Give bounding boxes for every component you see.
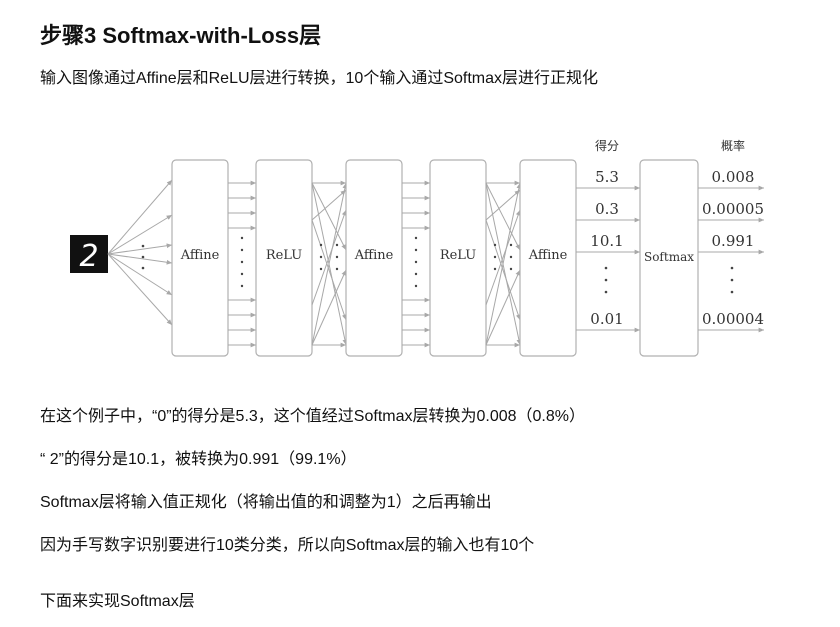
score-dots (604, 266, 608, 294)
score-value: 0.3 (595, 200, 619, 218)
input-arrows (107, 179, 173, 326)
network-diagram: 2 Affine ReLU Affine ReLU Affine 得分 5.3 … (70, 138, 764, 357)
probability-values: 0.008 0.00005 0.991 0.00004 (702, 168, 764, 328)
relu-layer-1: ReLU (255, 159, 313, 357)
probability-value: 0.00004 (702, 310, 764, 328)
relu-layer-2: ReLU (429, 159, 487, 357)
arrows-affine1-relu1 (228, 180, 256, 348)
paragraph-example-0: 在这个例子中，“0”的得分是5.3，这个值经过Softmax层转换为0.008（… (40, 408, 585, 425)
probability-value: 0.991 (712, 232, 755, 250)
probability-header: 概率 (721, 138, 745, 153)
probability-value: 0.008 (712, 168, 755, 186)
affine-layer-3: Affine (519, 159, 577, 357)
input-digit-label: 2 (79, 239, 98, 274)
paragraph-example-2: “ 2”的得分是10.1，被转换为0.991（99.1%） (40, 451, 357, 468)
score-header: 得分 (595, 138, 619, 153)
affine-layer-1-label: Affine (180, 248, 220, 263)
relu-layer-2-label: ReLU (440, 248, 476, 263)
affine-layer-1: Affine (171, 159, 229, 357)
softmax-layer: Softmax (639, 159, 699, 357)
score-values: 5.3 0.3 10.1 0.01 (590, 168, 623, 328)
arrows-affine2-relu2 (402, 180, 430, 348)
affine-layer-2-label: Affine (354, 248, 394, 263)
input-image: 2 (70, 235, 108, 274)
affine-layer-3-label: Affine (528, 248, 568, 263)
arrows-relu2-affine3 (485, 180, 522, 348)
paragraph-next: 下面来实现Softmax层 (40, 593, 195, 610)
softmax-layer-label: Softmax (644, 250, 694, 264)
paragraph-normalize: Softmax层将输入值正规化（将输出值的和调整为1）之后再输出 (40, 494, 492, 511)
paragraph-ten-classes: 因为手写数字识别要进行10类分类，所以向Softmax层的输入也有10个 (40, 537, 535, 554)
intro-text: 输入图像通过Affine层和ReLU层进行转换，10个输入通过Softmax层进… (40, 70, 599, 87)
input-dots (141, 244, 145, 270)
score-value: 5.3 (595, 168, 619, 186)
page-title: 步骤3 Softmax-with-Loss层 (40, 23, 322, 48)
arrows-relu1-affine2 (311, 180, 348, 348)
relu-layer-1-label: ReLU (266, 248, 302, 263)
score-value: 0.01 (590, 310, 623, 328)
probability-value: 0.00005 (702, 200, 764, 218)
affine-layer-2: Affine (345, 159, 403, 357)
probability-dots (730, 266, 734, 294)
score-value: 10.1 (590, 232, 623, 250)
